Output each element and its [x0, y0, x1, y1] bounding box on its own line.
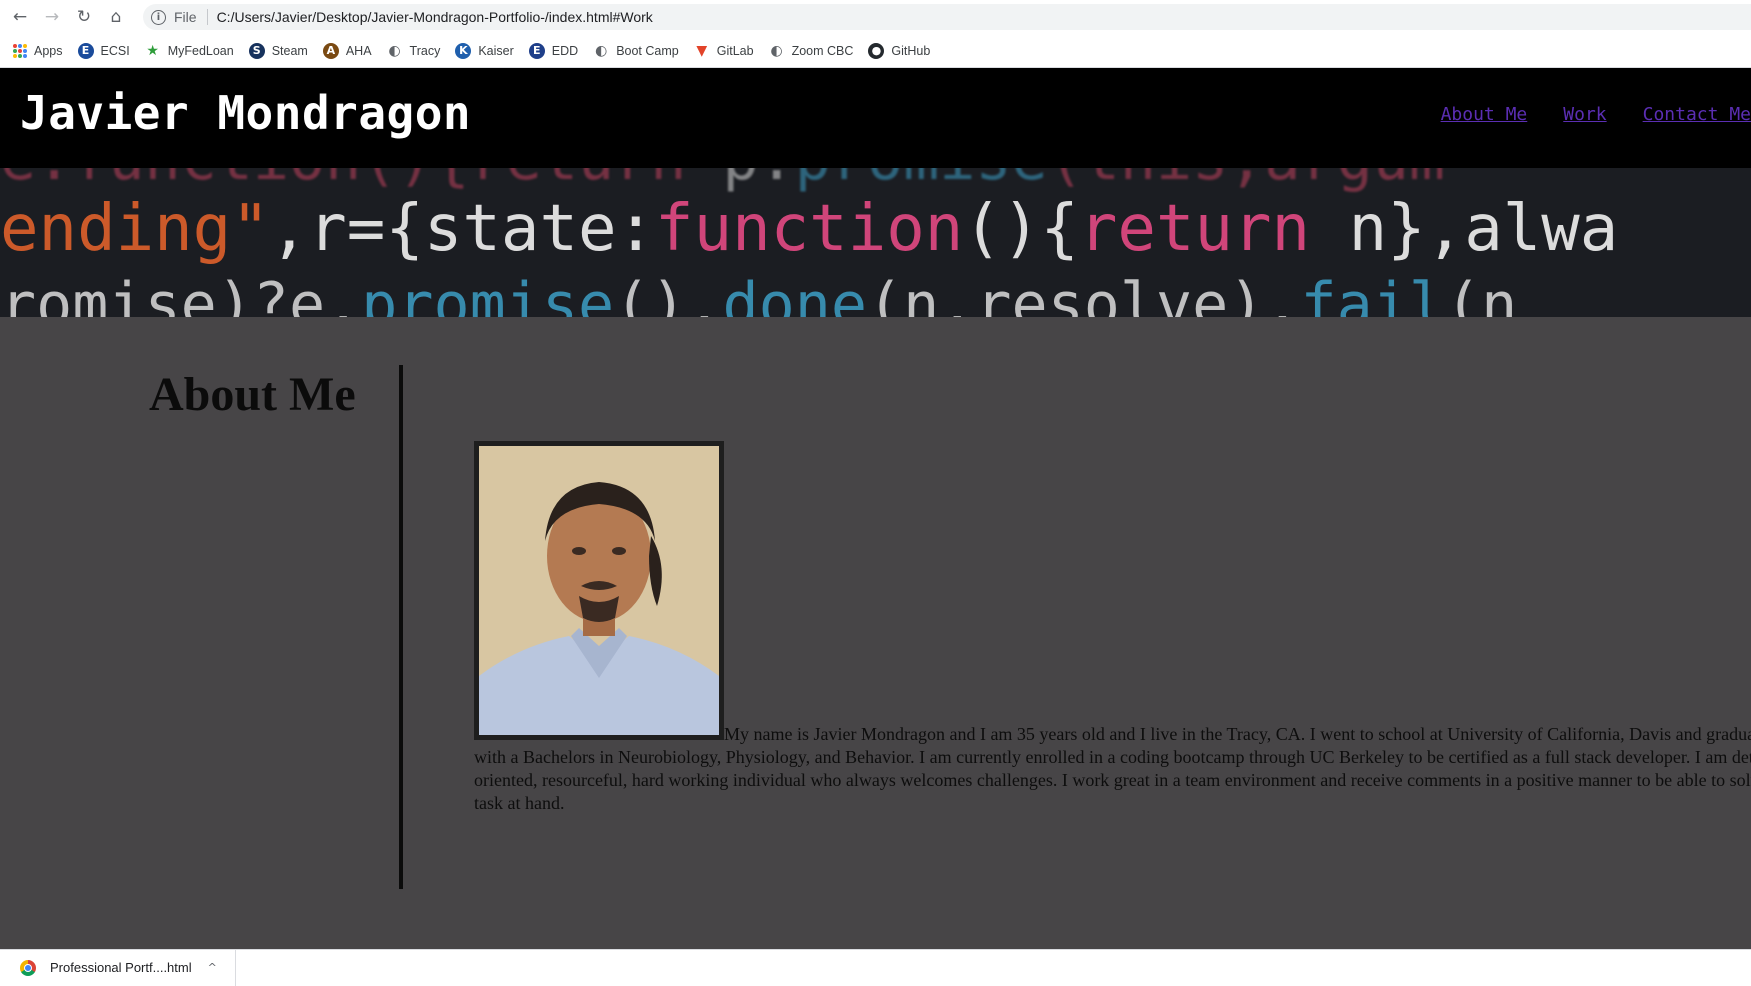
nav-link-work[interactable]: Work [1563, 104, 1606, 125]
web-page: Javier Mondragon About Me Work Contact M… [0, 68, 1751, 949]
site-title: Javier Mondragon [20, 86, 472, 140]
site-header: Javier Mondragon About Me Work Contact M… [0, 68, 1751, 168]
kaiser-icon: K [455, 42, 472, 59]
bookmark-label: Zoom CBC [791, 43, 854, 58]
bookmark-tracy[interactable]: ◐ Tracy [387, 42, 441, 59]
bookmark-myfedloan[interactable]: ★ MyFedLoan [145, 42, 234, 59]
hero-code-token: ,r={state: [269, 192, 656, 266]
about-section: About Me My name is Javier Mondragon and… [0, 317, 1751, 949]
apps-grid-icon [13, 43, 27, 58]
reload-icon[interactable]: ↻ [68, 0, 100, 34]
hero-code-token: p. [722, 168, 794, 194]
globe-icon: ◐ [388, 42, 401, 59]
download-item[interactable]: Professional Portf....html ^ [0, 949, 236, 986]
hero-code-token: return [1078, 192, 1311, 266]
hero-code-token: (). [614, 270, 723, 317]
bookmark-kaiser[interactable]: K Kaiser [455, 42, 514, 59]
hero-code-token: (this,argum [1048, 168, 1445, 194]
hero-code-token: done [722, 270, 867, 317]
home-icon[interactable]: ⌂ [100, 0, 132, 34]
globe-icon: ◐ [595, 42, 608, 59]
bookmark-boot-camp[interactable]: ◐ Boot Camp [593, 43, 679, 59]
vertical-divider [399, 365, 403, 889]
chrome-file-icon [20, 959, 36, 976]
bookmark-label: Kaiser [478, 43, 514, 58]
hero-code-token: romise)?e. [0, 270, 362, 317]
bookmark-steam[interactable]: S Steam [248, 42, 308, 59]
profile-photo [474, 441, 724, 740]
hero-code-line: ending",r={state:function(){return n},al… [0, 192, 1618, 266]
bookmark-label: MyFedLoan [167, 43, 234, 58]
bookmark-label: AHA [345, 43, 372, 58]
bookmark-ecsi[interactable]: E ECSI [77, 42, 130, 59]
nav-link-about-me[interactable]: About Me [1441, 104, 1528, 125]
bookmark-label: GitHub [891, 43, 931, 58]
browser-toolbar: ← → ↻ ⌂ i File C:/Users/Javier/Desktop/J… [0, 0, 1751, 34]
hero-code-token: (n [1444, 270, 1518, 317]
hero-code-line: e.function(){return p.promise(this,argum [0, 168, 1445, 194]
bookmark-label: ECSI [100, 43, 130, 58]
bookmark-zoom-cbc[interactable]: ◐ Zoom CBC [769, 42, 854, 59]
hero-code-token: promise [795, 168, 1048, 194]
hero-code-banner: e.function(){return p.promise(this,argum… [0, 168, 1751, 317]
bookmark-edd[interactable]: E EDD [528, 42, 579, 59]
hero-code-token: promise [361, 270, 615, 317]
profile-photo-illustration [479, 446, 719, 735]
bookmark-label: Steam [271, 43, 308, 58]
back-arrow-icon[interactable]: ← [4, 0, 36, 34]
globe-icon: ◐ [770, 42, 783, 59]
aha-icon: A [322, 42, 339, 59]
star-icon: ★ [146, 42, 159, 59]
url-text[interactable]: C:/Users/Javier/Desktop/Javier-Mondragon… [217, 9, 653, 25]
bookmark-label: Boot Camp [616, 43, 679, 58]
bookmark-github[interactable]: ● GitHub [868, 42, 931, 59]
ecsi-icon: E [77, 42, 94, 59]
omnibox-separator [206, 9, 208, 25]
forward-arrow-icon[interactable]: → [36, 0, 68, 34]
github-icon: ● [868, 42, 885, 59]
site-nav: About Me Work Contact Me [1441, 104, 1751, 125]
hero-code-token: (){ [963, 192, 1079, 266]
site-info-icon[interactable]: i [151, 9, 166, 25]
chevron-up-icon[interactable]: ^ [208, 961, 217, 974]
bookmarks-bar: Apps E ECSI ★ MyFedLoan S Steam A AHA ◐ Tracy K Kais… [0, 34, 1751, 68]
gitlab-icon: ▼ [696, 42, 708, 59]
hero-code-token: ending" [0, 192, 270, 266]
bookmark-label: Apps [34, 43, 63, 58]
address-bar[interactable]: i File C:/Users/Javier/Desktop/Javier-Mo… [143, 4, 1751, 30]
hero-code-token: n},alwa [1310, 192, 1619, 266]
about-heading: About Me [149, 368, 356, 421]
edd-icon: E [528, 42, 545, 59]
nav-link-contact-me[interactable]: Contact Me [1643, 104, 1751, 125]
url-scheme-label: File [174, 9, 197, 25]
bookmark-label: EDD [551, 43, 579, 58]
bookmark-gitlab[interactable]: ▼ GitLab [694, 42, 754, 59]
about-body: My name is Javier Mondragon and I am 35 … [474, 441, 1751, 815]
hero-code-token: function [655, 192, 964, 266]
hero-code-token: (n.resolve). [866, 270, 1301, 317]
bookmark-label: GitLab [716, 43, 754, 58]
hero-code-line: romise)?e.promise().done(n.resolve).fail… [0, 270, 1517, 317]
bookmark-apps[interactable]: Apps [13, 43, 63, 58]
hero-code-token: e.function(){return [0, 168, 722, 194]
hero-code-token: fail [1300, 270, 1445, 317]
bookmark-label: Tracy [409, 43, 441, 58]
bookmark-aha[interactable]: A AHA [322, 42, 372, 59]
downloads-shelf: Professional Portf....html ^ [0, 949, 1751, 986]
steam-icon: S [248, 42, 265, 59]
download-file-name[interactable]: Professional Portf....html [50, 960, 192, 975]
